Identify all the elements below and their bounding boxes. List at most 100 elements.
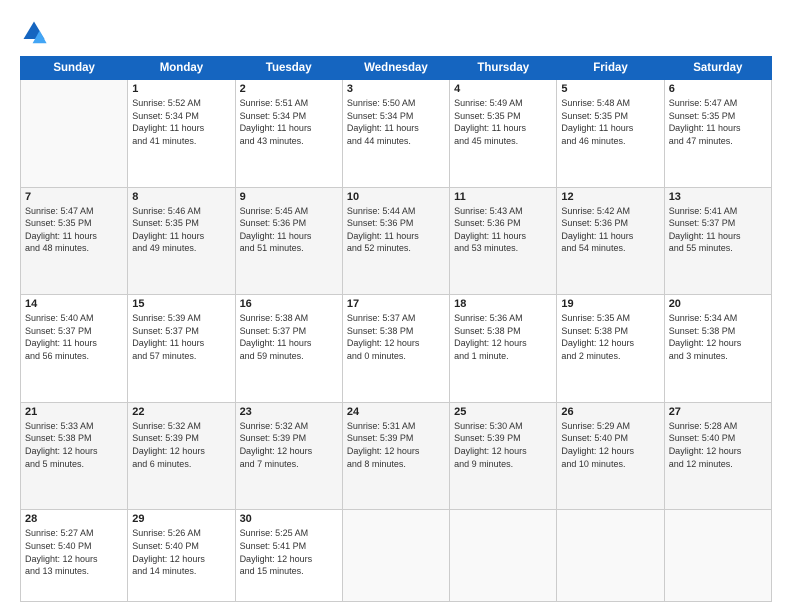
- calendar-table: SundayMondayTuesdayWednesdayThursdayFrid…: [20, 56, 772, 602]
- calendar-cell: 2 Sunrise: 5:51 AMSunset: 5:34 PMDaylight…: [235, 80, 342, 188]
- day-number: 4: [454, 83, 552, 95]
- day-info: Sunrise: 5:46 AMSunset: 5:35 PMDaylight:…: [132, 205, 230, 255]
- calendar-cell: 5Sunrise: 5:48 AMSunset: 5:35 PMDaylight…: [557, 80, 664, 188]
- calendar-cell: 30 Sunrise: 5:25 AMSunset: 5:41 PMDayligh…: [235, 510, 342, 602]
- day-number: 13: [669, 191, 767, 203]
- day-number: 9: [240, 191, 338, 203]
- calendar-cell: 9 Sunrise: 5:45 AMSunset: 5:36 PMDaylight…: [235, 187, 342, 295]
- day-info: Sunrise: 5:44 AMSunset: 5:36 PMDaylight:…: [347, 205, 445, 255]
- day-number: 3: [347, 83, 445, 95]
- day-info: Sunrise: 5:33 AMSunset: 5:38 PMDaylight:…: [25, 420, 123, 470]
- day-info: Sunrise: 5:27 AMSunset: 5:40 PMDaylight:…: [25, 527, 123, 577]
- page: SundayMondayTuesdayWednesdayThursdayFrid…: [0, 0, 792, 612]
- calendar-cell: [450, 510, 557, 602]
- day-info: Sunrise: 5:35 AMSunset: 5:38 PMDaylight:…: [561, 312, 659, 362]
- day-number: 12: [561, 191, 659, 203]
- day-info: Sunrise: 5:32 AMSunset: 5:39 PMDaylight:…: [132, 420, 230, 470]
- day-info: Sunrise: 5:52 AMSunset: 5:34 PMDaylight:…: [132, 97, 230, 147]
- calendar-cell: 21 Sunrise: 5:33 AMSunset: 5:38 PMDayligh…: [21, 402, 128, 510]
- calendar-cell: 28 Sunrise: 5:27 AMSunset: 5:40 PMDayligh…: [21, 510, 128, 602]
- calendar-cell: 12 Sunrise: 5:42 AMSunset: 5:36 PMDayligh…: [557, 187, 664, 295]
- calendar-cell: 4 Sunrise: 5:49 AMSunset: 5:35 PMDaylight…: [450, 80, 557, 188]
- calendar-cell: 6Sunrise: 5:47 AMSunset: 5:35 PMDaylight…: [664, 80, 771, 188]
- day-info: Sunrise: 5:50 AMSunset: 5:34 PMDaylight:…: [347, 97, 445, 147]
- day-info: Sunrise: 5:43 AMSunset: 5:36 PMDaylight:…: [454, 205, 552, 255]
- day-number: 20: [669, 298, 767, 310]
- calendar-cell: 15 Sunrise: 5:39 AMSunset: 5:37 PMDayligh…: [128, 295, 235, 403]
- day-number: 27: [669, 406, 767, 418]
- calendar-week-row-5: 28 Sunrise: 5:27 AMSunset: 5:40 PMDayligh…: [21, 510, 772, 602]
- calendar-cell: 25 Sunrise: 5:30 AMSunset: 5:39 PMDayligh…: [450, 402, 557, 510]
- weekday-header-monday: Monday: [128, 57, 235, 80]
- day-info: Sunrise: 5:29 AMSunset: 5:40 PMDaylight:…: [561, 420, 659, 470]
- day-info: Sunrise: 5:36 AMSunset: 5:38 PMDaylight:…: [454, 312, 552, 362]
- day-number: 23: [240, 406, 338, 418]
- calendar-cell: 14 Sunrise: 5:40 AMSunset: 5:37 PMDayligh…: [21, 295, 128, 403]
- day-number: 30: [240, 513, 338, 525]
- day-number: 15: [132, 298, 230, 310]
- day-info: Sunrise: 5:28 AMSunset: 5:40 PMDaylight:…: [669, 420, 767, 470]
- day-number: 8: [132, 191, 230, 203]
- day-number: 22: [132, 406, 230, 418]
- calendar-cell: 29 Sunrise: 5:26 AMSunset: 5:40 PMDayligh…: [128, 510, 235, 602]
- day-number: 1: [132, 83, 230, 95]
- day-info: Sunrise: 5:39 AMSunset: 5:37 PMDaylight:…: [132, 312, 230, 362]
- weekday-header-wednesday: Wednesday: [342, 57, 449, 80]
- day-info: Sunrise: 5:45 AMSunset: 5:36 PMDaylight:…: [240, 205, 338, 255]
- calendar-cell: [557, 510, 664, 602]
- day-info: Sunrise: 5:34 AMSunset: 5:38 PMDaylight:…: [669, 312, 767, 362]
- day-info: Sunrise: 5:30 AMSunset: 5:39 PMDaylight:…: [454, 420, 552, 470]
- day-number: 29: [132, 513, 230, 525]
- day-number: 6: [669, 83, 767, 95]
- day-info: Sunrise: 5:25 AMSunset: 5:41 PMDaylight:…: [240, 527, 338, 577]
- day-number: 7: [25, 191, 123, 203]
- calendar-cell: 23 Sunrise: 5:32 AMSunset: 5:39 PMDayligh…: [235, 402, 342, 510]
- day-number: 2: [240, 83, 338, 95]
- weekday-header-sunday: Sunday: [21, 57, 128, 80]
- day-info: Sunrise: 5:49 AMSunset: 5:35 PMDaylight:…: [454, 97, 552, 147]
- calendar-cell: 24 Sunrise: 5:31 AMSunset: 5:39 PMDayligh…: [342, 402, 449, 510]
- calendar-week-row-2: 7 Sunrise: 5:47 AMSunset: 5:35 PMDaylight…: [21, 187, 772, 295]
- day-number: 18: [454, 298, 552, 310]
- day-info: Sunrise: 5:31 AMSunset: 5:39 PMDaylight:…: [347, 420, 445, 470]
- weekday-header-friday: Friday: [557, 57, 664, 80]
- day-number: 28: [25, 513, 123, 525]
- logo-icon: [20, 18, 48, 46]
- day-info: Sunrise: 5:32 AMSunset: 5:39 PMDaylight:…: [240, 420, 338, 470]
- day-number: 26: [561, 406, 659, 418]
- calendar-week-row-4: 21 Sunrise: 5:33 AMSunset: 5:38 PMDayligh…: [21, 402, 772, 510]
- weekday-header-thursday: Thursday: [450, 57, 557, 80]
- day-number: 16: [240, 298, 338, 310]
- day-number: 11: [454, 191, 552, 203]
- calendar-cell: 27 Sunrise: 5:28 AMSunset: 5:40 PMDayligh…: [664, 402, 771, 510]
- day-info: Sunrise: 5:41 AMSunset: 5:37 PMDaylight:…: [669, 205, 767, 255]
- day-info: Sunrise: 5:42 AMSunset: 5:36 PMDaylight:…: [561, 205, 659, 255]
- header: [20, 18, 772, 46]
- calendar-cell: [342, 510, 449, 602]
- day-number: 19: [561, 298, 659, 310]
- calendar-cell: 8 Sunrise: 5:46 AMSunset: 5:35 PMDaylight…: [128, 187, 235, 295]
- day-number: 10: [347, 191, 445, 203]
- calendar-cell: 3 Sunrise: 5:50 AMSunset: 5:34 PMDaylight…: [342, 80, 449, 188]
- calendar-week-row-3: 14 Sunrise: 5:40 AMSunset: 5:37 PMDayligh…: [21, 295, 772, 403]
- day-number: 17: [347, 298, 445, 310]
- day-info: Sunrise: 5:51 AMSunset: 5:34 PMDaylight:…: [240, 97, 338, 147]
- calendar-cell: 10 Sunrise: 5:44 AMSunset: 5:36 PMDayligh…: [342, 187, 449, 295]
- day-number: 21: [25, 406, 123, 418]
- weekday-header-tuesday: Tuesday: [235, 57, 342, 80]
- day-info: Sunrise: 5:26 AMSunset: 5:40 PMDaylight:…: [132, 527, 230, 577]
- calendar-cell: 1 Sunrise: 5:52 AMSunset: 5:34 PMDaylight…: [128, 80, 235, 188]
- day-info: Sunrise: 5:47 AMSunset: 5:35 PMDaylight:…: [25, 205, 123, 255]
- calendar-cell: 26 Sunrise: 5:29 AMSunset: 5:40 PMDayligh…: [557, 402, 664, 510]
- calendar-week-row-1: 1 Sunrise: 5:52 AMSunset: 5:34 PMDaylight…: [21, 80, 772, 188]
- calendar-cell: [21, 80, 128, 188]
- day-number: 5: [561, 83, 659, 95]
- logo: [20, 18, 52, 46]
- day-number: 24: [347, 406, 445, 418]
- day-info: Sunrise: 5:37 AMSunset: 5:38 PMDaylight:…: [347, 312, 445, 362]
- day-info: Sunrise: 5:40 AMSunset: 5:37 PMDaylight:…: [25, 312, 123, 362]
- day-number: 14: [25, 298, 123, 310]
- weekday-header-saturday: Saturday: [664, 57, 771, 80]
- calendar-cell: 20 Sunrise: 5:34 AMSunset: 5:38 PMDayligh…: [664, 295, 771, 403]
- day-number: 25: [454, 406, 552, 418]
